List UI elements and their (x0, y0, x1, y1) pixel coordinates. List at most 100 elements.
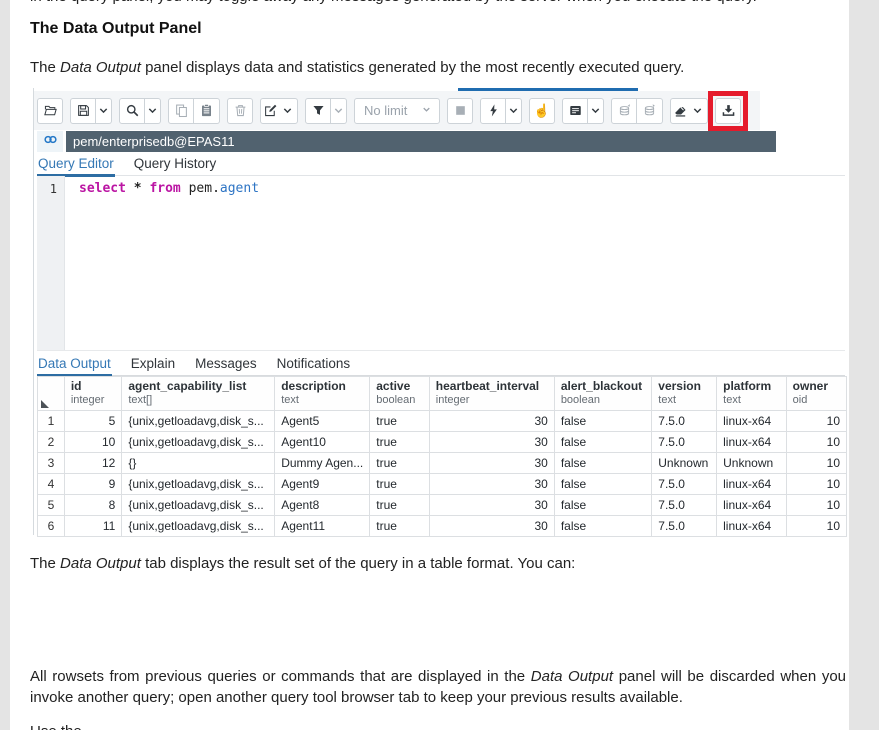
cell-alert_blackout[interactable]: false (554, 453, 651, 474)
tab-notifications[interactable]: Notifications (276, 352, 352, 374)
scrollbar-track[interactable] (849, 0, 879, 730)
cell-heartbeat_interval[interactable]: 30 (429, 516, 554, 537)
execute-button[interactable] (480, 98, 506, 124)
tab-data-output[interactable]: Data Output (37, 352, 112, 377)
cell-owner[interactable]: 10 (786, 411, 846, 432)
row-number[interactable]: 3 (38, 453, 65, 474)
cell-agent_capability_list[interactable]: {unix,getloadavg,disk_s... (122, 474, 275, 495)
cell-description[interactable]: Agent8 (275, 495, 370, 516)
cell-active[interactable]: true (370, 432, 430, 453)
cell-id[interactable]: 9 (64, 474, 122, 495)
download-csv-button[interactable] (715, 98, 741, 124)
column-header-description[interactable]: descriptiontext (275, 377, 370, 411)
cell-agent_capability_list[interactable]: {unix,getloadavg,disk_s... (122, 432, 275, 453)
cell-heartbeat_interval[interactable]: 30 (429, 432, 554, 453)
cell-version[interactable]: 7.5.0 (652, 411, 717, 432)
find-options-button[interactable] (145, 98, 161, 124)
commit-button[interactable] (611, 98, 637, 124)
cell-platform[interactable]: linux-x64 (717, 495, 787, 516)
cell-active[interactable]: true (370, 516, 430, 537)
hand-button[interactable]: ☝ (529, 98, 555, 124)
column-header-heartbeat_interval[interactable]: heartbeat_intervalinteger (429, 377, 554, 411)
column-header-owner[interactable]: owneroid (786, 377, 846, 411)
cell-active[interactable]: true (370, 453, 430, 474)
row-number[interactable]: 4 (38, 474, 65, 495)
cell-heartbeat_interval[interactable]: 30 (429, 495, 554, 516)
cell-platform[interactable]: Unknown (717, 453, 787, 474)
cell-alert_blackout[interactable]: false (554, 411, 651, 432)
row-number[interactable]: 5 (38, 495, 65, 516)
paste-button[interactable] (194, 98, 220, 124)
cell-agent_capability_list[interactable]: {} (122, 453, 275, 474)
cell-platform[interactable]: linux-x64 (717, 411, 787, 432)
row-number[interactable]: 1 (38, 411, 65, 432)
cell-active[interactable]: true (370, 411, 430, 432)
filter-button[interactable] (305, 98, 331, 124)
tab-messages[interactable]: Messages (194, 352, 258, 374)
cell-alert_blackout[interactable]: false (554, 474, 651, 495)
stop-button[interactable] (447, 98, 473, 124)
cell-heartbeat_interval[interactable]: 30 (429, 474, 554, 495)
delete-row-button[interactable] (227, 98, 253, 124)
cell-platform[interactable]: linux-x64 (717, 432, 787, 453)
cell-owner[interactable]: 10 (786, 432, 846, 453)
cell-id[interactable]: 12 (64, 453, 122, 474)
explain-options-button[interactable] (588, 98, 604, 124)
row-number[interactable]: 6 (38, 516, 65, 537)
select-all-corner[interactable] (38, 377, 65, 411)
cell-heartbeat_interval[interactable]: 30 (429, 453, 554, 474)
cell-platform[interactable]: linux-x64 (717, 474, 787, 495)
cell-id[interactable]: 11 (64, 516, 122, 537)
cell-owner[interactable]: 10 (786, 474, 846, 495)
column-header-platform[interactable]: platformtext (717, 377, 787, 411)
tab-explain[interactable]: Explain (130, 352, 176, 374)
column-header-id[interactable]: idinteger (64, 377, 122, 411)
cell-heartbeat_interval[interactable]: 30 (429, 411, 554, 432)
cell-agent_capability_list[interactable]: {unix,getloadavg,disk_s... (122, 516, 275, 537)
cell-id[interactable]: 10 (64, 432, 122, 453)
cell-agent_capability_list[interactable]: {unix,getloadavg,disk_s... (122, 495, 275, 516)
cell-version[interactable]: 7.5.0 (652, 432, 717, 453)
cell-platform[interactable]: linux-x64 (717, 516, 787, 537)
cell-agent_capability_list[interactable]: {unix,getloadavg,disk_s... (122, 411, 275, 432)
cell-owner[interactable]: 10 (786, 495, 846, 516)
filter-options-button[interactable] (331, 98, 347, 124)
cell-owner[interactable]: 10 (786, 516, 846, 537)
save-button[interactable] (70, 98, 96, 124)
cell-description[interactable]: Agent5 (275, 411, 370, 432)
sql-editor[interactable]: 1 select * from pem.agent (34, 176, 847, 350)
explain-button[interactable] (562, 98, 588, 124)
tab-query-history[interactable]: Query History (133, 152, 218, 174)
cell-id[interactable]: 5 (64, 411, 122, 432)
cell-alert_blackout[interactable]: false (554, 495, 651, 516)
cell-owner[interactable]: 10 (786, 453, 846, 474)
find-button[interactable] (119, 98, 145, 124)
cell-active[interactable]: true (370, 474, 430, 495)
cell-description[interactable]: Dummy Agen... (275, 453, 370, 474)
cell-version[interactable]: Unknown (652, 453, 717, 474)
row-number[interactable]: 2 (38, 432, 65, 453)
open-file-button[interactable] (37, 98, 63, 124)
column-header-agent_capability_list[interactable]: agent_capability_listtext[] (122, 377, 275, 411)
cell-version[interactable]: 7.5.0 (652, 495, 717, 516)
execute-options-button[interactable] (506, 98, 522, 124)
cell-alert_blackout[interactable]: false (554, 516, 651, 537)
cell-version[interactable]: 7.5.0 (652, 474, 717, 495)
save-options-button[interactable] (96, 98, 112, 124)
column-header-version[interactable]: versiontext (652, 377, 717, 411)
column-header-active[interactable]: activeboolean (370, 377, 430, 411)
copy-button[interactable] (168, 98, 194, 124)
cell-description[interactable]: Agent11 (275, 516, 370, 537)
column-header-alert_blackout[interactable]: alert_blackoutboolean (554, 377, 651, 411)
cell-alert_blackout[interactable]: false (554, 432, 651, 453)
tab-query-editor[interactable]: Query Editor (37, 152, 115, 177)
clear-button[interactable] (670, 98, 708, 124)
edit-menu-button[interactable] (260, 98, 298, 124)
row-limit-select[interactable]: No limit (354, 98, 440, 124)
cell-description[interactable]: Agent9 (275, 474, 370, 495)
cell-active[interactable]: true (370, 495, 430, 516)
cell-id[interactable]: 8 (64, 495, 122, 516)
cell-version[interactable]: 7.5.0 (652, 516, 717, 537)
rollback-button[interactable] (637, 98, 663, 124)
cell-description[interactable]: Agent10 (275, 432, 370, 453)
